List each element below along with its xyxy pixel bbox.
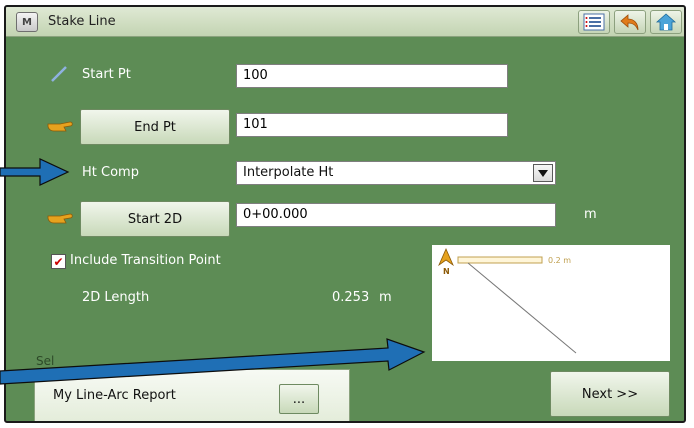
- back-button[interactable]: [614, 10, 646, 34]
- start-2d-input[interactable]: 0+00.000: [236, 203, 556, 227]
- transition-checkbox[interactable]: ✔: [51, 254, 66, 269]
- report-browse-button[interactable]: ...: [279, 384, 319, 414]
- next-button[interactable]: Next >>: [550, 371, 670, 417]
- start-2d-button[interactable]: Start 2D: [80, 201, 230, 237]
- stake-line-dialog: M Stake Line Start Pt 100 End Pt 101 Ht …: [4, 5, 686, 423]
- back-arrow-icon: [620, 14, 639, 31]
- ht-comp-label: Ht Comp: [82, 165, 139, 180]
- start-pt-label: Start Pt: [82, 67, 131, 82]
- scale-label: 0.2 m: [548, 256, 571, 265]
- report-name: My Line-Arc Report: [53, 388, 176, 403]
- title-bar: M Stake Line: [6, 7, 684, 37]
- window-title: Stake Line: [48, 14, 116, 29]
- home-button[interactable]: [650, 10, 682, 34]
- home-icon: [655, 13, 677, 31]
- ht-comp-select[interactable]: Interpolate Ht: [236, 161, 556, 185]
- pointing-hand-icon: [47, 213, 73, 224]
- report-panel: My Line-Arc Report ...: [34, 369, 350, 421]
- dropdown-arrow-icon[interactable]: [533, 164, 553, 182]
- north-arrow-icon: N: [438, 248, 454, 276]
- report-caption: Sel: [36, 354, 55, 368]
- scale-bar: [457, 256, 543, 264]
- ht-comp-value: Interpolate Ht: [243, 165, 334, 180]
- pointing-hand-icon: [47, 121, 73, 132]
- start-2d-unit: m: [584, 207, 597, 222]
- transition-label: Include Transition Point: [70, 253, 221, 268]
- length-2d-label: 2D Length: [82, 290, 150, 305]
- north-label: N: [443, 267, 450, 276]
- pencil-icon: [51, 66, 67, 82]
- start-pt-input[interactable]: 100: [236, 64, 508, 88]
- length-2d-unit: m: [379, 290, 392, 305]
- end-pt-button[interactable]: End Pt: [80, 109, 230, 145]
- length-2d-value: 0.253: [332, 290, 370, 305]
- stake-line: [467, 262, 577, 354]
- line-preview-map[interactable]: N 0.2 m: [432, 245, 670, 361]
- app-menu-icon[interactable]: M: [16, 12, 38, 32]
- preview-graphic: N 0.2 m: [438, 248, 577, 354]
- list-icon: [583, 13, 605, 31]
- list-button[interactable]: [578, 10, 610, 34]
- end-pt-input[interactable]: 101: [236, 113, 508, 137]
